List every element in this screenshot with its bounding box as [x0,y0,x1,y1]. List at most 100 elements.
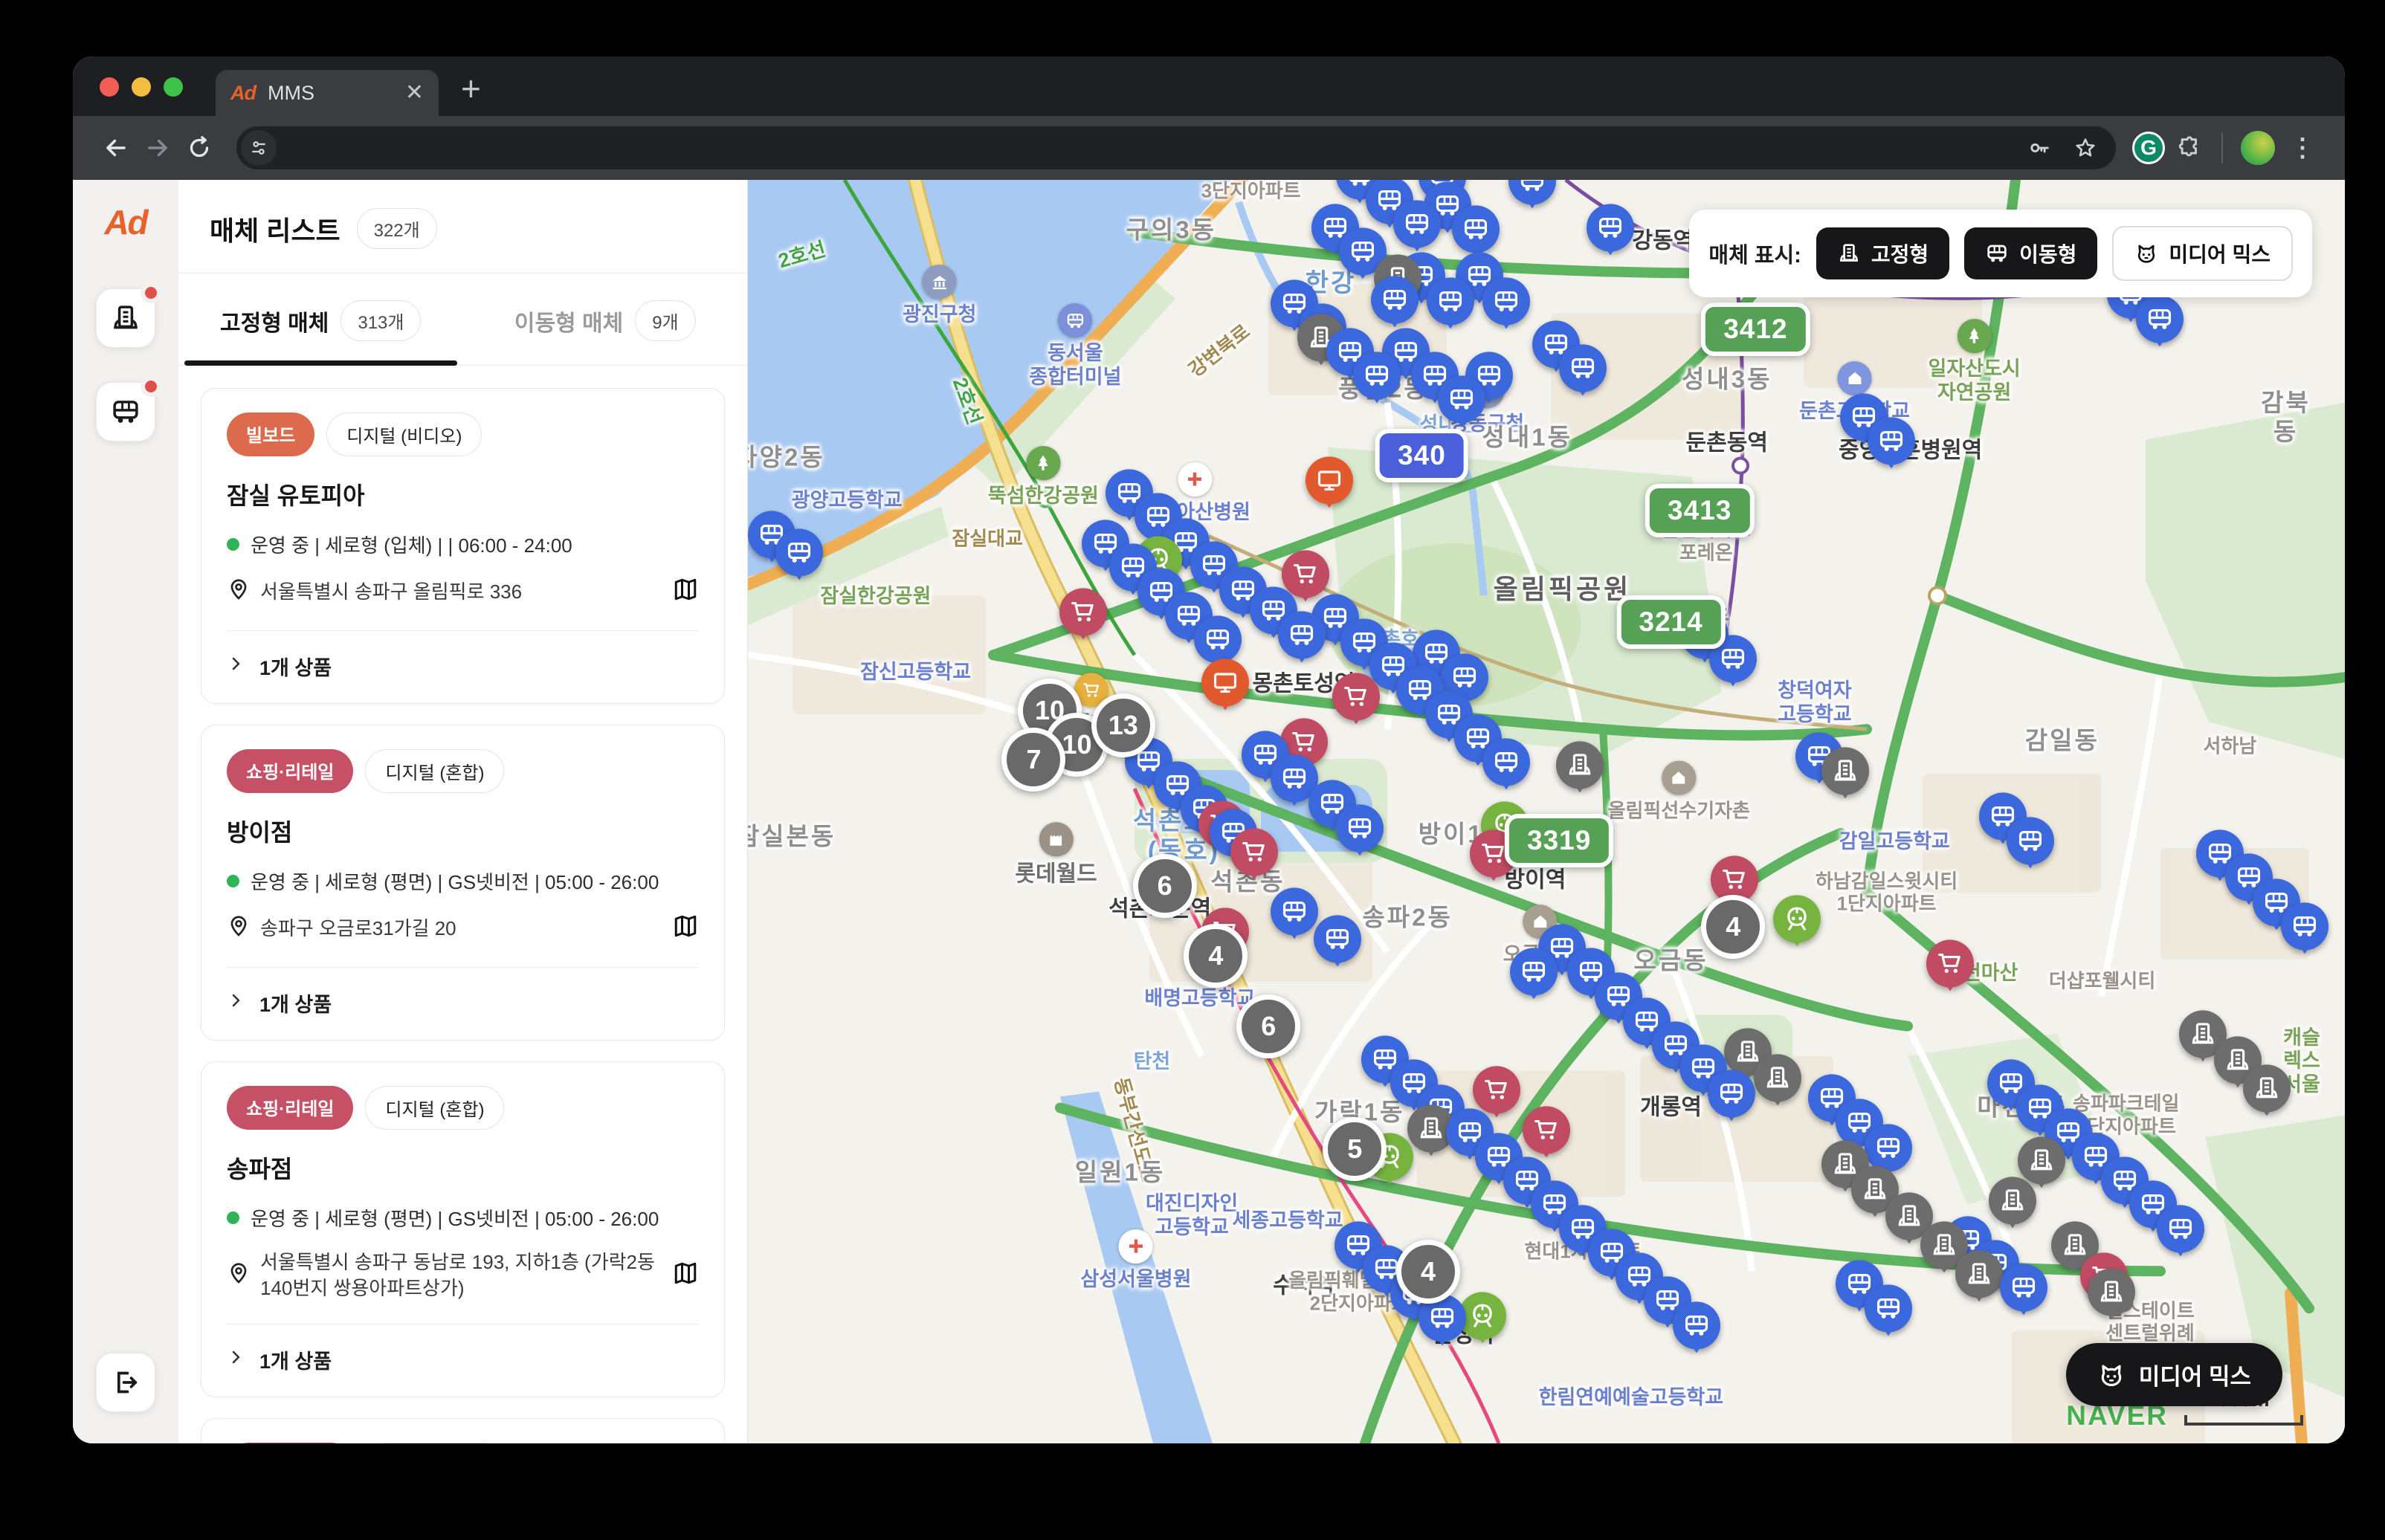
map-marker-cart[interactable] [1332,673,1380,720]
map-marker-bus[interactable] [2136,295,2184,343]
map-cluster-marker[interactable]: 5 [1323,1117,1387,1181]
media-card[interactable]: 쇼핑·리테일 디지털 (혼합) 방이점 운영 중 | 세로형 (평면) | GS… [201,725,725,1041]
map-marker-building[interactable] [1821,747,1869,795]
map-marker-building[interactable] [2243,1064,2291,1112]
map-marker-bus[interactable] [2157,1205,2204,1252]
map-marker-building[interactable] [1955,1250,2003,1298]
map-marker-bus[interactable] [1371,276,1419,323]
map-marker-bus[interactable] [1278,611,1326,659]
map-marker-bus[interactable] [1482,739,1530,786]
map-marker-train[interactable] [1773,895,1821,942]
map-cluster-marker[interactable]: 6 [1236,994,1300,1058]
map-marker-bus[interactable] [1868,418,1915,465]
map-count-badge[interactable]: 3319 [1505,814,1613,867]
products-toggle[interactable]: 1개 상품 [227,631,699,681]
map-marker-cart[interactable] [1230,828,1278,876]
map-marker-bus[interactable] [1673,1302,1720,1350]
products-toggle[interactable]: 1개 상품 [227,968,699,1017]
minimize-window-button[interactable] [132,77,151,97]
browser-toolbar: G ⋮ [73,116,2345,180]
map-marker-bus[interactable] [1336,804,1384,852]
map-count-badge[interactable]: 3413 [1645,484,1754,537]
sidebar-mobile-media-button[interactable] [96,382,155,441]
map-marker-bus[interactable] [1482,277,1530,325]
close-window-button[interactable] [100,77,119,97]
map-marker-bus[interactable] [1393,200,1441,248]
map-marker-building[interactable] [1754,1055,1801,1102]
map-cluster-marker[interactable]: 4 [1701,895,1765,959]
bus-icon [1492,748,1520,777]
tab-mobile-media[interactable]: 이동형 매체 9개 [463,274,748,365]
map-marker-building[interactable] [2088,1268,2135,1316]
open-map-icon[interactable] [672,913,699,945]
forward-icon[interactable] [137,127,178,169]
map-marker-bus[interactable] [1438,376,1485,424]
browser-menu-icon[interactable]: ⋮ [2290,133,2315,163]
toggle-mobile-media[interactable]: 이동형 [1964,227,2097,279]
password-key-icon[interactable] [2027,135,2052,161]
map-count-badge[interactable]: 340 [1375,429,1468,482]
map-cluster-marker[interactable]: 4 [1396,1240,1460,1304]
map-marker-building[interactable] [1989,1177,2036,1224]
map-marker-bus[interactable] [1452,205,1500,253]
map-marker-tv[interactable] [1201,659,1249,706]
map-marker-bus[interactable] [2000,1264,2047,1312]
address-bar[interactable] [236,126,2116,169]
map-marker-cart[interactable] [1523,1106,1570,1154]
map-marker-bus[interactable] [1708,1070,1755,1117]
map-marker-bus[interactable] [1587,204,1634,251]
map-marker-bus[interactable] [1865,1124,1912,1171]
media-card[interactable]: 빌보드 디지털 (비디오) 잠실 유토피아 운영 중 | 세로형 (입체) | … [201,388,725,704]
map-marker-cart[interactable] [1282,550,1329,598]
media-card[interactable]: 쇼핑·리테일 디지털 (혼합) 문정역점 운영 중 | 세로형 (평면) | G… [201,1418,725,1443]
products-toggle[interactable]: 1개 상품 [227,1324,699,1374]
site-settings-icon[interactable] [241,130,277,166]
tab-close-icon[interactable]: ✕ [405,82,424,104]
map-marker-bus[interactable] [1559,344,1607,392]
map-marker-bus[interactable] [1314,916,1361,963]
map-marker-bus[interactable] [1194,616,1242,664]
map-cluster-marker[interactable]: 13 [1091,693,1155,757]
logout-button[interactable] [96,1353,155,1412]
map-marker-bus[interactable] [1271,887,1318,935]
bus-icon [1204,626,1232,654]
map-marker-building[interactable] [1556,741,1604,789]
map-marker-bus[interactable] [2281,903,2328,951]
map-marker-bus[interactable] [775,528,823,576]
browser-tab[interactable]: Ad MMS ✕ [216,70,439,116]
sidebar-fixed-media-button[interactable] [96,288,155,348]
map-marker-building[interactable] [2018,1136,2065,1184]
reload-icon[interactable] [178,127,220,169]
grammarly-extension-icon[interactable]: G [2132,132,2165,164]
map-cluster-marker[interactable]: 6 [1133,854,1197,918]
map-cluster-marker[interactable]: 7 [1001,728,1065,792]
map-canvas[interactable]: 한강강변북로2호선2호선구의3동광진구청동서울 종합터미널3단지아파트뚝섬한강공… [748,180,2345,1443]
toggle-media-mix[interactable]: 미디어 믹스 [2112,226,2293,281]
window-controls[interactable] [100,77,183,97]
map-marker-bus[interactable] [1353,352,1401,399]
media-mix-button[interactable]: 미디어 믹스 [2066,1343,2282,1406]
open-map-icon[interactable] [672,576,699,608]
map-marker-bus[interactable] [1508,180,1556,205]
media-card[interactable]: 쇼핑·리테일 디지털 (혼합) 송파점 운영 중 | 세로형 (평면) | GS… [201,1061,725,1397]
map-count-badge[interactable]: 3214 [1616,595,1725,649]
new-tab-button[interactable]: + [461,68,481,109]
map-marker-bus[interactable] [1510,948,1558,996]
map-marker-cart[interactable] [1926,939,1974,987]
map-marker-tv[interactable] [1306,456,1353,504]
map-marker-bus[interactable] [2007,817,2054,864]
back-icon[interactable] [95,127,137,169]
extensions-puzzle-icon[interactable] [2177,135,2202,161]
map-marker-bus[interactable] [1427,277,1474,325]
map-cluster-marker[interactable]: 4 [1184,924,1248,988]
map-marker-cart[interactable] [1473,1066,1520,1113]
toggle-fixed-media[interactable]: 고정형 [1816,227,1949,279]
bookmark-star-icon[interactable] [2073,135,2098,161]
map-count-badge[interactable]: 3412 [1701,302,1810,356]
zoom-window-button[interactable] [164,77,183,97]
open-map-icon[interactable] [672,1260,699,1292]
map-marker-cart[interactable] [1059,588,1107,635]
profile-avatar[interactable] [2241,131,2275,165]
map-marker-bus[interactable] [1865,1284,1912,1332]
tab-fixed-media[interactable]: 고정형 매체 313개 [178,274,463,365]
